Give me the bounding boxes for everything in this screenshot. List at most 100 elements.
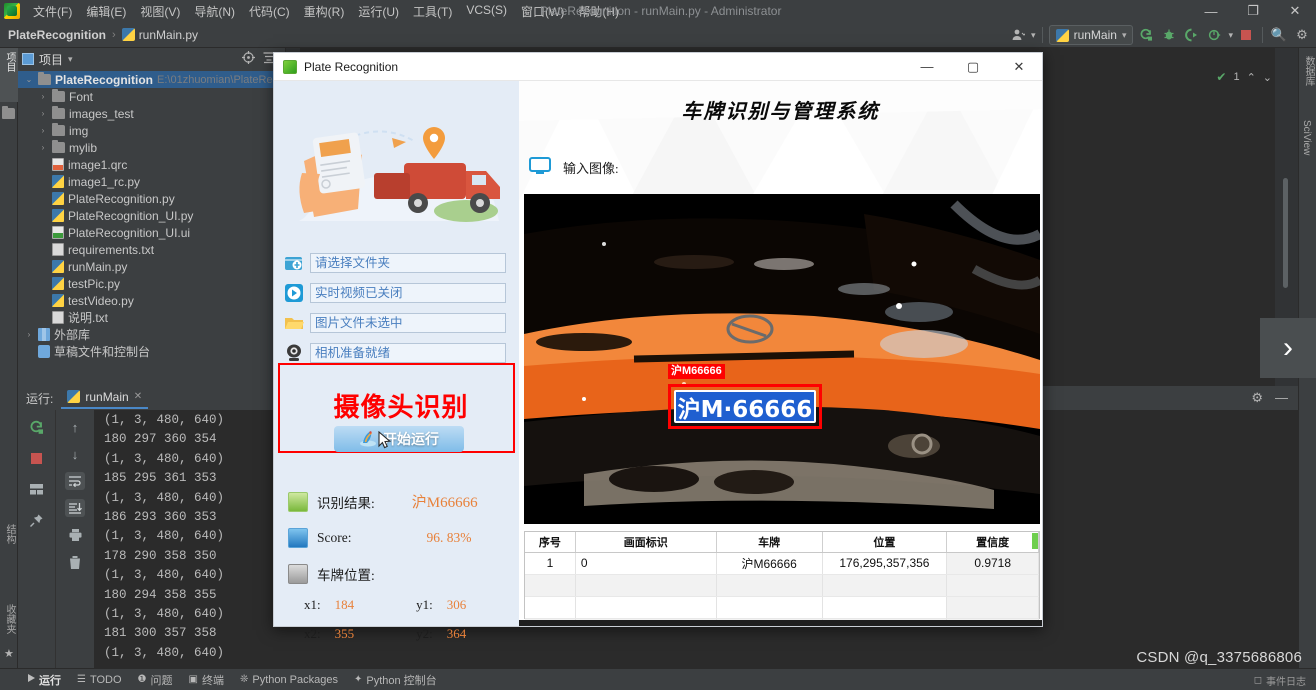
tree-row[interactable]: testPic.py [18,275,285,292]
menu-item-1[interactable]: 编辑(E) [79,1,133,22]
chevron-right-icon[interactable]: › [24,330,34,339]
run-configuration-selector[interactable]: runMain ▾ [1049,25,1134,45]
tree-row[interactable]: testVideo.py [18,292,285,309]
scroll-to-end-icon[interactable] [65,499,85,517]
run-tab-runmain[interactable]: runMain ✕ [61,388,148,409]
tree-row[interactable]: ›外部库 [18,326,285,343]
tree-row[interactable]: 草稿文件和控制台 [18,343,285,360]
table-column-header[interactable]: 置信度 [947,532,1039,552]
minimize-icon[interactable]: — [1275,390,1288,406]
table-column-header[interactable]: 车牌 [716,532,822,552]
run-with-coverage-icon[interactable] [1182,25,1202,45]
tree-row[interactable]: ›images_test [18,105,285,122]
status-bar-item-4[interactable]: ❊Python Packages [240,674,338,686]
sidebar-tab-sciview[interactable]: SciView [1299,116,1314,159]
sidebar-tab-database[interactable]: 数据库 [1299,52,1316,90]
table-column-header[interactable]: 画面标识 [575,532,716,552]
down-icon[interactable]: ↓ [65,445,85,463]
status-bar-item-0[interactable]: 运行 [28,672,61,688]
tree-row[interactable]: requirements.txt [18,241,285,258]
menu-item-2[interactable]: 视图(V) [133,1,187,22]
status-bar-item-2[interactable]: ❶问题 [138,672,173,688]
locate-icon[interactable] [242,51,255,67]
status-field-1[interactable]: 实时视频已关闭 [310,283,506,303]
status-field-2[interactable]: 图片文件未选中 [310,313,506,333]
stop-icon[interactable] [1236,25,1256,45]
chevron-down-icon[interactable]: ▾ [68,54,73,65]
event-log-button[interactable]: ◻ 事件日志 [1254,673,1306,688]
inspection-widget[interactable]: ✔ 1 ⌃ ⌄ [1216,70,1272,84]
tree-row[interactable]: ›mylib [18,139,285,156]
breadcrumb-project[interactable]: PlateRecognition [0,28,106,42]
status-bar-item-1[interactable]: ☰TODO [77,674,122,686]
video-preview[interactable]: 沪M66666 沪M·66666 ★ [524,194,1040,524]
debug-icon[interactable] [1159,25,1179,45]
pin-icon[interactable] [27,511,47,529]
status-field-0[interactable]: 请选择文件夹 [310,253,506,273]
sidebar-tab-favorites[interactable]: 收藏夹 [0,600,19,638]
status-bar-item-5[interactable]: ✦Python 控制台 [354,672,437,688]
tree-row[interactable]: PlateRecognition_UI.ui [18,224,285,241]
table-column-header[interactable]: 序号 [525,532,575,552]
sidebar-tab-structure[interactable]: 结构 [0,520,19,548]
chevron-down-icon[interactable]: ⌄ [24,75,34,84]
table-scrollbar[interactable] [1032,533,1038,549]
chevron-up-icon[interactable]: ⌃ [1247,71,1256,84]
rerun-icon[interactable] [27,418,47,436]
gear-icon[interactable]: ⚙ [1292,25,1312,45]
tree-row[interactable]: 说明.txt [18,309,285,326]
tree-row[interactable]: runMain.py [18,258,285,275]
menu-item-5[interactable]: 重构(R) [297,1,352,22]
tree-row[interactable]: ›img [18,122,285,139]
table-row[interactable] [525,574,1039,596]
search-icon[interactable]: 🔍 [1269,25,1289,45]
window-close-button[interactable]: ✕ [1274,0,1316,22]
table-row[interactable]: 10沪M66666176,295,357,3560.9718 [525,552,1039,574]
chevron-down-icon[interactable]: ⌄ [1263,71,1272,84]
menu-item-6[interactable]: 运行(U) [351,1,406,22]
results-table[interactable]: 序号画面标识车牌位置置信度 10沪M66666176,295,357,3560.… [524,531,1040,619]
soft-wrap-icon[interactable] [65,472,85,490]
dialog-minimize-button[interactable]: — [904,53,950,81]
clear-all-icon[interactable] [65,553,85,571]
chevron-right-icon[interactable]: › [1260,318,1316,378]
user-profile-icon[interactable] [1008,25,1028,45]
table-column-header[interactable]: 位置 [822,532,947,552]
tree-row[interactable]: PlateRecognition.py [18,190,285,207]
tree-row[interactable]: ›Font [18,88,285,105]
table-row[interactable] [525,596,1039,618]
menu-item-7[interactable]: 工具(T) [406,1,459,22]
breadcrumb-file[interactable]: runMain.py [122,28,198,42]
up-icon[interactable]: ↑ [65,418,85,436]
menu-item-3[interactable]: 导航(N) [187,1,242,22]
menu-item-8[interactable]: VCS(S) [459,1,514,22]
chevron-right-icon[interactable]: › [38,109,48,118]
video-play-icon[interactable] [284,283,304,303]
rerun-icon[interactable] [1136,25,1156,45]
print-icon[interactable] [65,526,85,544]
profiler-icon[interactable] [1205,25,1225,45]
tree-row[interactable]: image1_rc.py [18,173,285,190]
tree-row-root[interactable]: ⌄ PlateRecognition E:\01zhuomian\PlateRe… [18,71,285,88]
camera-icon[interactable] [284,343,304,363]
tree-row[interactable]: image1.qrc [18,156,285,173]
editor-scrollbar[interactable] [1283,178,1288,288]
chevron-right-icon[interactable]: › [38,92,48,101]
close-icon[interactable]: ✕ [134,391,142,402]
dialog-close-button[interactable]: ✕ [996,53,1042,81]
window-maximize-button[interactable]: ❐ [1232,0,1274,22]
tree-row[interactable]: PlateRecognition_UI.py [18,207,285,224]
start-run-button[interactable]: 开始运行 [334,426,464,452]
chevron-right-icon[interactable]: › [38,126,48,135]
window-minimize-button[interactable]: — [1190,0,1232,22]
menu-item-0[interactable]: 文件(F) [26,1,79,22]
stop-icon[interactable] [27,449,47,467]
status-bar-item-3[interactable]: ▣终端 [189,672,224,688]
menu-item-4[interactable]: 代码(C) [242,1,297,22]
chevron-right-icon[interactable]: › [38,143,48,152]
open-folder-icon[interactable] [284,313,304,333]
sidebar-tab-project[interactable]: 项目 [0,48,19,102]
select-folder-icon[interactable] [284,253,304,273]
status-field-3[interactable]: 相机准备就绪 [310,343,506,363]
layout-icon[interactable] [27,480,47,498]
